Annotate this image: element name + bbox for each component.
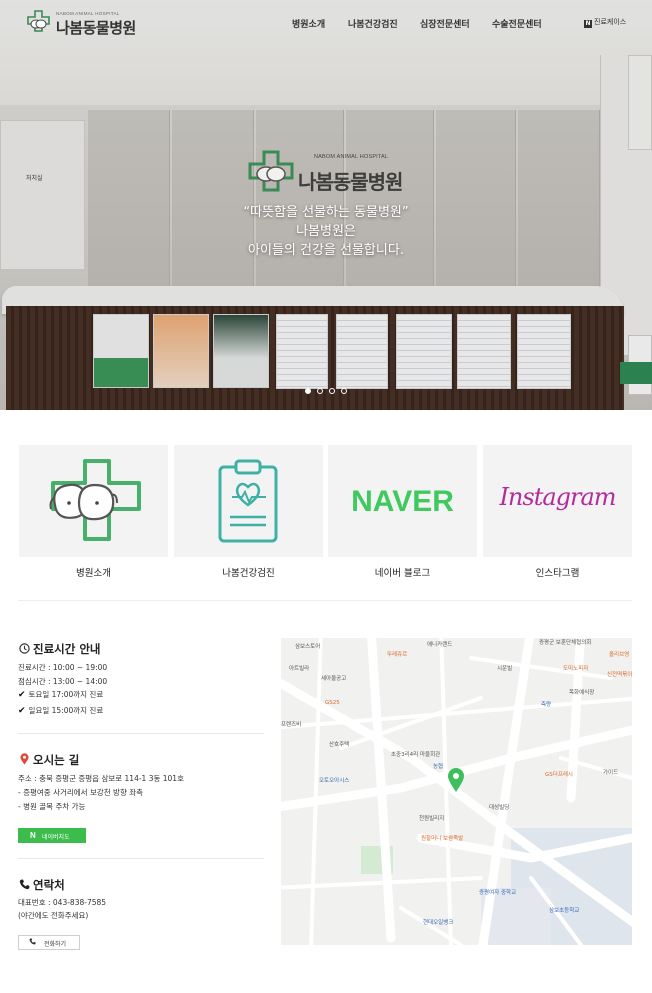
- site-logo[interactable]: NABOM ANIMAL HOSPITAL 나봄동물병원: [26, 10, 146, 37]
- nav-item-cases[interactable]: N 진료케이스: [584, 17, 626, 28]
- hero-banner: 처치실 NABOM ANIMAL HOSPITAL 나봄동물병원 “따뜻함을 선…: [0, 0, 652, 410]
- hospital-logo-icon: [248, 150, 294, 192]
- naver-icon: N: [30, 831, 36, 840]
- hospital-logo-icon: [27, 10, 50, 32]
- hospital-logo-icon: [49, 459, 141, 541]
- map-poi-label[interactable]: 측량: [541, 700, 551, 708]
- map-poi-label[interactable]: 올리브영: [609, 650, 629, 658]
- nav-item-cardio[interactable]: 심장전문센터: [420, 17, 470, 30]
- phone-note: (야간에도 전화주세요): [18, 911, 89, 920]
- map-poi-label[interactable]: 증평군 보훈단체협의회: [539, 638, 591, 646]
- map-poi-label[interactable]: 목화예식장: [569, 688, 594, 696]
- hero-quote: “따뜻함을 선물하는 동물병원”: [243, 205, 409, 220]
- map-poi-label[interactable]: 도미노피자: [563, 664, 588, 672]
- map-poi-label[interactable]: GS25: [325, 700, 340, 706]
- section-divider: [18, 858, 264, 859]
- hero-subline: 나봄병원은: [296, 224, 356, 239]
- naver-logo: NAVER: [351, 485, 454, 518]
- nav-item-about[interactable]: 병원소개: [292, 17, 325, 30]
- clock-icon: [18, 642, 30, 656]
- map-poi-label[interactable]: 아트빌라: [289, 664, 309, 672]
- location-title-text: 오시는 길: [33, 753, 80, 767]
- hours-title: 진료시간 안내: [18, 641, 100, 657]
- call-button[interactable]: 전화하기: [18, 935, 80, 950]
- map-poi-label[interactable]: 증평여자 중학교: [479, 888, 516, 896]
- nav-item-checkup[interactable]: 나봄건강검진: [348, 17, 398, 30]
- tile-instagram[interactable]: Instagram: [483, 445, 632, 557]
- nav-extra-label: 진료케이스: [594, 18, 627, 26]
- hours-line: 진료시간 : 10:00 ~ 19:00: [18, 663, 108, 672]
- pin-icon: [18, 753, 30, 767]
- tile-label[interactable]: 인스타그램: [483, 565, 632, 579]
- naver-icon: N: [584, 20, 592, 28]
- map-poi-label[interactable]: 산호주택: [329, 740, 349, 748]
- hours-line: 점심시간 : 13:00 ~ 14:00: [18, 677, 108, 686]
- map-poi-label[interactable]: 농협: [433, 762, 443, 770]
- slider-dot[interactable]: [305, 388, 311, 394]
- logo-subtitle: NABOM ANIMAL HOSPITAL: [56, 11, 120, 16]
- map-poi-label[interactable]: 원할머니 보쌈족발: [421, 834, 463, 842]
- hero-sign: NABOM ANIMAL HOSPITAL 나봄동물병원: [244, 150, 424, 195]
- logo-title: 나봄동물병원: [56, 19, 136, 37]
- tile-checkup[interactable]: [174, 445, 323, 557]
- instagram-logo: Instagram: [499, 483, 616, 511]
- clipboard-heart-icon: [218, 459, 278, 543]
- hours-check-item: ✔ 토요일 17:00까지 진료: [18, 689, 103, 700]
- section-divider: [18, 733, 264, 734]
- call-button-label: 전화하기: [44, 942, 67, 948]
- map-poi-label[interactable]: 뚜레쥬르: [387, 650, 407, 658]
- map-poi-label[interactable]: 천원빌리지: [419, 814, 444, 822]
- slider-dot[interactable]: [341, 388, 347, 394]
- sign-subtitle: NABOM ANIMAL HOSPITAL: [314, 154, 389, 160]
- tile-label[interactable]: 병원소개: [19, 565, 168, 579]
- tile-naver-blog[interactable]: NAVER: [328, 445, 477, 557]
- location-title: 오시는 길: [18, 752, 79, 768]
- address-line: 주소 : 충북 증평군 증평읍 삼보로 114-1 3동 101호: [18, 774, 184, 783]
- contact-title-text: 연락처: [33, 878, 65, 892]
- map-poi-label[interactable]: 초중3리4리 마을회관: [391, 750, 440, 758]
- tile-label[interactable]: 나봄건강검진: [174, 565, 323, 579]
- map-poi-label[interactable]: 세아울공고: [321, 674, 346, 682]
- map-poi-label[interactable]: 현대오일뱅크: [423, 918, 453, 926]
- map-poi-label[interactable]: GS더프레시: [545, 770, 573, 778]
- phone-number: 대표번호 : 043-838-7585: [18, 898, 107, 907]
- hero-subline: 아이들의 건강을 선물합니다.: [248, 243, 404, 258]
- map-poi-label[interactable]: 프렌즈비: [281, 720, 301, 728]
- phone-icon: [18, 878, 30, 892]
- slider-dot[interactable]: [317, 388, 323, 394]
- hours-check-text: 토요일 17:00까지 진료: [28, 690, 104, 699]
- map-poi-label[interactable]: 오토오아시스: [319, 776, 349, 784]
- site-header: NABOM ANIMAL HOSPITAL 나봄동물병원 병원소개 나봄건강검진…: [0, 0, 652, 46]
- hours-check-text: 일요일 15:00까지 진료: [28, 706, 104, 715]
- tile-about[interactable]: [19, 445, 168, 557]
- map-poi-label[interactable]: 시운빌: [497, 664, 512, 672]
- map-poi-label[interactable]: 대성빌딩: [489, 803, 509, 811]
- contact-title: 연락처: [18, 877, 65, 893]
- hours-title-text: 진료시간 안내: [33, 642, 101, 656]
- check-icon: ✔: [18, 706, 26, 716]
- naver-map-button[interactable]: N 네이버지도: [18, 828, 86, 843]
- hours-check-item: ✔ 일요일 15:00까지 진료: [18, 705, 103, 716]
- map-poi-label[interactable]: 애니카랜드: [427, 640, 452, 648]
- section-divider: [18, 600, 632, 601]
- map-poi-label[interactable]: 가이드: [603, 768, 618, 776]
- naver-map-button-label: 네이버지도: [42, 835, 70, 841]
- sign-title: 나봄동물병원: [298, 170, 403, 194]
- map-poi-label[interactable]: 삼보스토어: [295, 642, 320, 650]
- check-icon: ✔: [18, 690, 26, 700]
- map-poi-label[interactable]: 삼보초등학교: [549, 906, 579, 914]
- tile-label[interactable]: 네이버 블로그: [328, 565, 477, 579]
- nav-item-surgery[interactable]: 수술전문센터: [492, 17, 542, 30]
- map-poi-label[interactable]: 신전떡볶이: [607, 670, 632, 678]
- map-marker-icon[interactable]: [447, 767, 465, 793]
- slider-dot[interactable]: [329, 388, 335, 394]
- parking-line: - 병원 골목 주차 가능: [18, 802, 86, 811]
- phone-icon: [29, 938, 36, 947]
- direction-line: - 증평여중 사거리에서 보강천 방향 좌측: [18, 788, 144, 797]
